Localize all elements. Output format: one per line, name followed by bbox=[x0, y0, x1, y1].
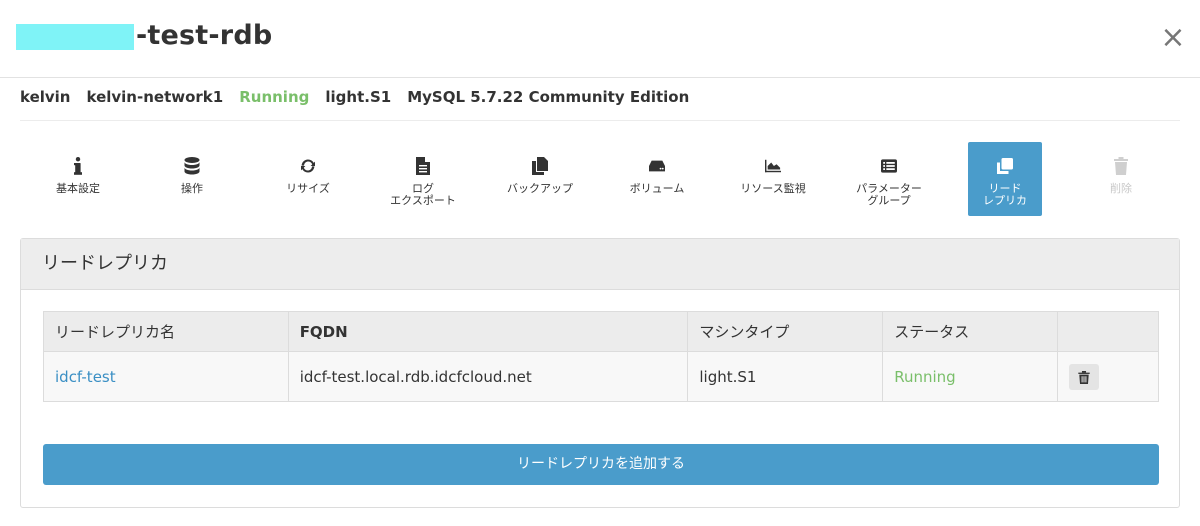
menu-resize[interactable]: リサイズ bbox=[271, 142, 345, 216]
info-network: kelvin-network1 bbox=[86, 88, 224, 106]
table-header-row: リードレプリカ名 FQDN マシンタイプ ステータス bbox=[43, 311, 1159, 352]
refresh-icon bbox=[271, 157, 345, 179]
column-header: FQDN bbox=[287, 311, 689, 352]
info-icon bbox=[41, 157, 115, 179]
read-replica-panel: リードレプリカ リードレプリカ名 FQDN マシンタイプ ステータス idcf-… bbox=[20, 238, 1180, 508]
replica-machine-type: light.S1 bbox=[687, 351, 884, 402]
menu-label: リード レプリカ bbox=[983, 182, 1027, 207]
menu-label: 操作 bbox=[181, 182, 203, 195]
trash-icon bbox=[1084, 157, 1158, 179]
add-read-replica-button[interactable]: リードレプリカを追加する bbox=[43, 444, 1159, 485]
menu-operations[interactable]: 操作 bbox=[155, 142, 229, 216]
menu-label: 基本設定 bbox=[56, 182, 100, 195]
menu-read-replica[interactable]: リード レプリカ bbox=[968, 142, 1042, 216]
divider bbox=[20, 120, 1180, 121]
area-chart-icon bbox=[736, 157, 810, 179]
column-header bbox=[1057, 311, 1159, 352]
table-row: idcf-test idcf-test.local.rdb.idcfcloud.… bbox=[43, 351, 1159, 402]
menu-log-export[interactable]: ログ エクスポート bbox=[386, 142, 460, 216]
menu-basic-settings[interactable]: 基本設定 bbox=[41, 142, 115, 216]
menu-delete: 削除 bbox=[1084, 142, 1158, 216]
menu-label: ログ エクスポート bbox=[390, 182, 456, 207]
instance-info-row: kelvin kelvin-network1 Running light.S1 … bbox=[20, 88, 689, 110]
replica-fqdn: idcf-test.local.rdb.idcfcloud.net bbox=[287, 351, 689, 402]
page-title: -test-rdb bbox=[136, 20, 273, 51]
read-replica-table: リードレプリカ名 FQDN マシンタイプ ステータス idcf-test idc… bbox=[43, 311, 1159, 402]
column-header: リードレプリカ名 bbox=[43, 311, 289, 352]
close-icon[interactable]: × bbox=[1158, 22, 1188, 54]
menu-label: バックアップ bbox=[507, 182, 573, 195]
hdd-icon bbox=[620, 157, 694, 179]
delete-replica-button[interactable] bbox=[1069, 363, 1100, 390]
column-header: ステータス bbox=[882, 311, 1059, 352]
copy-icon bbox=[503, 157, 577, 179]
modal-header: -test-rdb × bbox=[0, 0, 1200, 78]
info-user: kelvin bbox=[20, 88, 71, 106]
panel-title: リードレプリカ bbox=[21, 239, 1179, 290]
menu-label: 削除 bbox=[1110, 182, 1132, 195]
menu-label: リソース監視 bbox=[740, 182, 806, 195]
redacted-title-block bbox=[16, 24, 134, 50]
menu-label: パラメーター グループ bbox=[856, 182, 922, 207]
database-icon bbox=[155, 157, 229, 179]
column-header: マシンタイプ bbox=[687, 311, 884, 352]
menu-volume[interactable]: ボリューム bbox=[620, 142, 694, 216]
menu-resource-monitoring[interactable]: リソース監視 bbox=[736, 142, 810, 216]
replica-name-link[interactable]: idcf-test bbox=[43, 351, 289, 402]
menu-backup[interactable]: バックアップ bbox=[503, 142, 577, 216]
file-text-icon bbox=[386, 157, 460, 179]
menu-label: リサイズ bbox=[286, 182, 330, 195]
clone-icon bbox=[968, 157, 1042, 179]
menu-parameter-group[interactable]: パラメーター グループ bbox=[852, 142, 926, 216]
menu-label: ボリューム bbox=[629, 182, 685, 195]
info-engine: MySQL 5.7.22 Community Edition bbox=[407, 88, 690, 106]
trash-icon bbox=[1078, 370, 1090, 384]
replica-actions bbox=[1057, 351, 1159, 402]
list-alt-icon bbox=[852, 157, 926, 179]
replica-status: Running bbox=[882, 351, 1059, 402]
action-menu: 基本設定 操作 リサイズ ログ エクスポート バックアップ ボリューム リソース… bbox=[20, 142, 1180, 218]
info-status: Running bbox=[239, 88, 310, 106]
info-plan: light.S1 bbox=[325, 88, 392, 106]
